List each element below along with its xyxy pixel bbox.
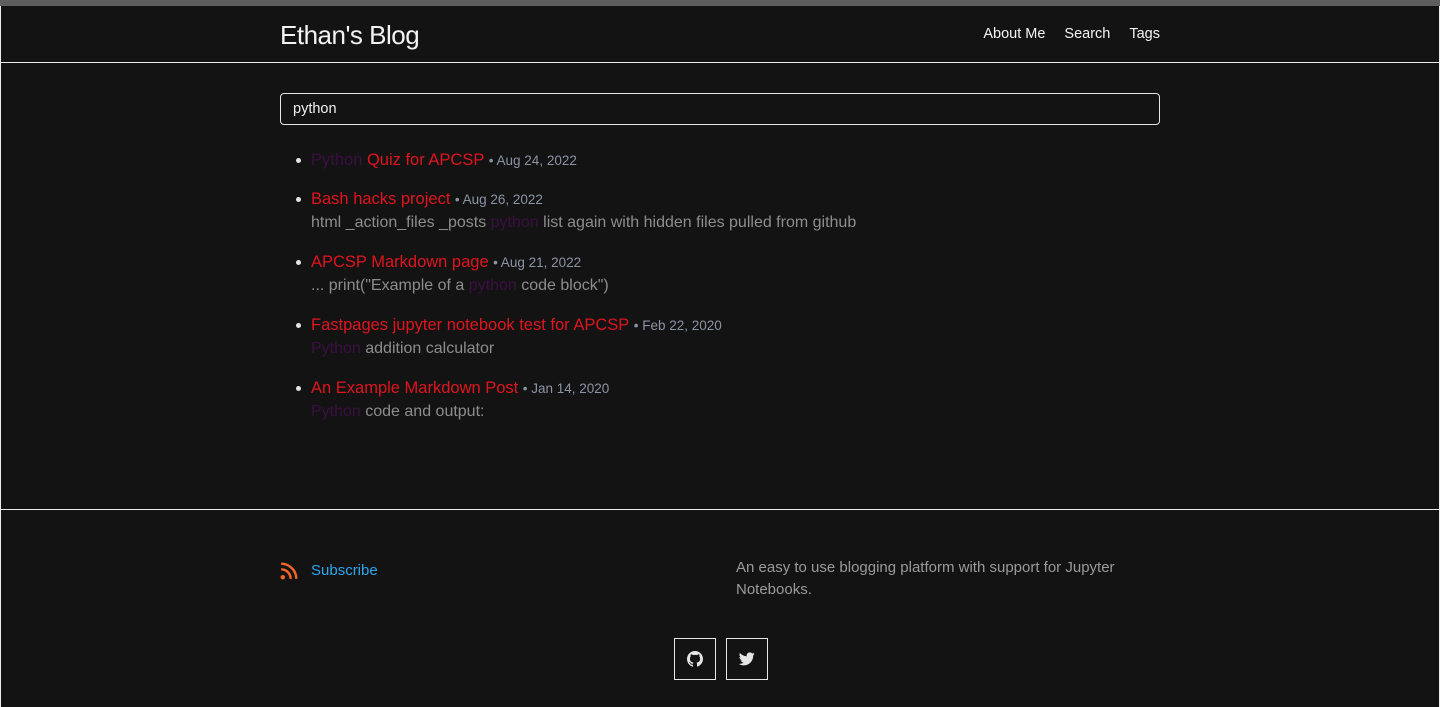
result-excerpt: ... print("Example of a python code bloc… — [311, 275, 1160, 297]
twitter-button[interactable] — [726, 638, 768, 680]
site-description: An easy to use blogging platform with su… — [736, 559, 1115, 598]
search-result-3: APCSP Markdown page • Aug 21, 2022 ... p… — [280, 251, 1160, 297]
twitter-icon — [739, 652, 755, 666]
excerpt-text: addition calculator — [360, 340, 495, 357]
rss-icon[interactable] — [280, 562, 298, 580]
nav-about-me[interactable]: About Me — [983, 26, 1045, 42]
nav-tags[interactable]: Tags — [1129, 26, 1160, 42]
result-date: • Aug 24, 2022 — [488, 153, 577, 168]
result-title-link[interactable]: Fastpages jupyter notebook test for APCS… — [311, 316, 629, 334]
excerpt-text: html _action_files _posts — [311, 214, 491, 231]
excerpt-text: code block") — [516, 277, 609, 294]
main-nav: About Me Search Tags — [983, 26, 1160, 42]
result-title-link[interactable]: Python Quiz for APCSP — [311, 151, 484, 169]
search-result-1: Python Quiz for APCSP • Aug 24, 2022 — [280, 149, 1160, 171]
social-links — [674, 638, 768, 680]
search-page: Python Quiz for APCSP • Aug 24, 2022 Bas… — [0, 63, 1440, 509]
result-title-link[interactable]: An Example Markdown Post — [311, 379, 518, 397]
search-highlight: Python — [311, 340, 361, 357]
search-result-4: Fastpages jupyter notebook test for APCS… — [280, 314, 1160, 360]
result-date: • Aug 26, 2022 — [454, 192, 543, 207]
search-results-list: Python Quiz for APCSP • Aug 24, 2022 Bas… — [280, 149, 1160, 440]
search-highlight: python — [468, 277, 517, 294]
result-title-link[interactable]: Bash hacks project — [311, 190, 450, 208]
search-result-2: Bash hacks project • Aug 26, 2022 html _… — [280, 188, 1160, 234]
github-icon — [687, 651, 703, 667]
result-excerpt: Python code and output: — [311, 401, 1160, 423]
site-footer: Subscribe An easy to use blogging platfo… — [0, 509, 1440, 707]
github-button[interactable] — [674, 638, 716, 680]
nav-search[interactable]: Search — [1064, 26, 1110, 42]
site-header: Ethan's Blog About Me Search Tags — [0, 6, 1440, 63]
search-result-5: An Example Markdown Post • Jan 14, 2020 … — [280, 377, 1160, 423]
result-date: • Feb 22, 2020 — [633, 318, 722, 333]
search-highlight: Python — [311, 151, 363, 169]
result-title-text: Quiz for APCSP — [362, 151, 485, 169]
result-date: • Jan 14, 2020 — [522, 381, 610, 396]
excerpt-text: list again with hidden files pulled from… — [538, 214, 857, 231]
subscribe-link[interactable]: Subscribe — [311, 562, 378, 579]
search-highlight: python — [490, 214, 539, 231]
excerpt-text: ... print("Example of a — [311, 277, 469, 294]
excerpt-text: code and output: — [360, 403, 485, 420]
result-date: • Aug 21, 2022 — [493, 255, 582, 270]
result-excerpt: Python addition calculator — [311, 338, 1160, 360]
result-excerpt: html _action_files _posts python list ag… — [311, 212, 1160, 234]
search-input[interactable] — [280, 93, 1160, 125]
site-title-link[interactable]: Ethan's Blog — [280, 20, 420, 51]
search-highlight: Python — [311, 403, 361, 420]
result-title-link[interactable]: APCSP Markdown page — [311, 253, 489, 271]
